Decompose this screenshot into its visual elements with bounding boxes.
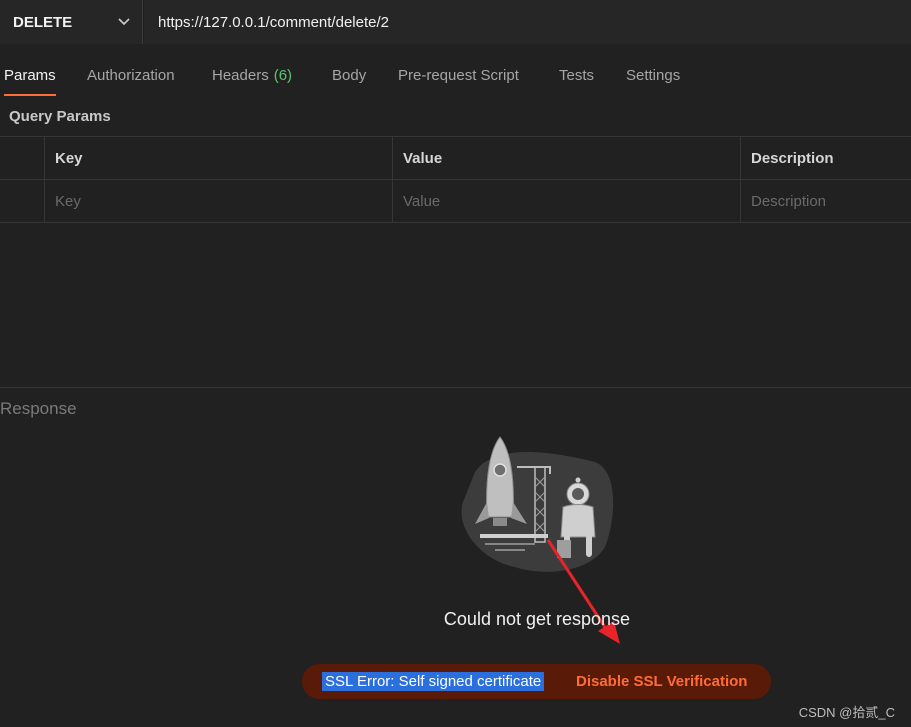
tab-headers[interactable]: Headers (6) xyxy=(212,58,292,96)
tab-label: Headers xyxy=(212,67,269,84)
ssl-error-text: SSL Error: Self signed certificate xyxy=(322,672,545,691)
column-header-description: Description xyxy=(751,149,834,167)
url-text: https://127.0.0.1/comment/delete/2 xyxy=(158,13,389,31)
ssl-error-banner: SSL Error: Self signed certificate Disab… xyxy=(302,664,771,699)
tab-label: Params xyxy=(4,67,56,84)
method-select[interactable]: DELETE xyxy=(0,0,143,44)
tab-params[interactable]: Params xyxy=(4,58,56,96)
tab-settings[interactable]: Settings xyxy=(626,58,680,96)
tab-label: Pre-request Script xyxy=(398,67,519,84)
key-input[interactable]: Key xyxy=(44,180,392,222)
response-title: Response xyxy=(0,399,77,418)
headers-count: (6) xyxy=(273,67,293,84)
table-header-row: Key Value Description xyxy=(0,136,911,179)
annotation-arrow-icon xyxy=(546,539,620,644)
tab-label: Settings xyxy=(626,67,681,84)
tab-authorization[interactable]: Authorization xyxy=(87,58,175,96)
tab-label: Body xyxy=(332,67,367,84)
tab-tests[interactable]: Tests xyxy=(559,58,594,96)
description-input[interactable]: Description xyxy=(740,180,911,222)
tab-body[interactable]: Body xyxy=(332,58,366,96)
chevron-down-icon xyxy=(118,18,130,26)
watermark: CSDN @拾贰_C xyxy=(798,705,895,720)
response-error-message: Could not get response xyxy=(443,609,631,629)
query-params-title: Query Params xyxy=(9,108,111,125)
tab-pre-request-script[interactable]: Pre-request Script xyxy=(398,58,519,96)
column-header-key: Key xyxy=(55,149,83,167)
tab-label: Authorization xyxy=(87,67,175,84)
value-input[interactable]: Value xyxy=(392,180,740,222)
pane-divider[interactable] xyxy=(0,387,911,388)
params-table: Key Value Description Key Value Descript… xyxy=(0,136,911,223)
url-input[interactable]: https://127.0.0.1/comment/delete/2 xyxy=(144,0,911,44)
disable-ssl-verification-button[interactable]: Disable SSL Verification xyxy=(576,672,747,691)
column-header-value: Value xyxy=(403,149,443,167)
tab-label: Tests xyxy=(559,67,595,84)
request-bar: DELETE https://127.0.0.1/comment/delete/… xyxy=(0,0,911,45)
table-row: Key Value Description xyxy=(0,179,911,223)
method-label: DELETE xyxy=(13,13,73,31)
